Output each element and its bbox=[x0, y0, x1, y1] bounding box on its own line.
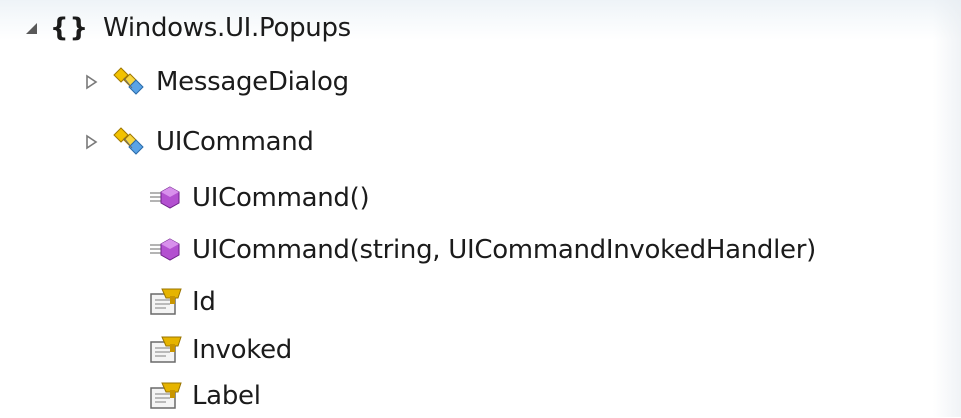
constructor-method-icon bbox=[148, 182, 184, 214]
property-icon bbox=[148, 334, 184, 366]
namespace-label: Windows.UI.Popups bbox=[103, 13, 351, 43]
tree-node-member-constructor-overload[interactable]: UICommand(string, UICommandInvokedHandle… bbox=[148, 228, 816, 272]
tree-node-class-messagedialog[interactable]: MessageDialog bbox=[80, 60, 349, 104]
member-label: Label bbox=[192, 381, 261, 411]
tree-node-namespace[interactable]: {} Windows.UI.Popups bbox=[18, 6, 351, 50]
object-browser-tree: {} Windows.UI.Popups MessageDialog UICom… bbox=[0, 0, 961, 417]
expand-arrow-icon[interactable] bbox=[80, 69, 106, 95]
class-icon bbox=[112, 66, 148, 98]
property-icon bbox=[148, 286, 184, 318]
namespace-braces-icon: {} bbox=[50, 13, 90, 43]
tree-node-class-uicommand[interactable]: UICommand bbox=[80, 120, 314, 164]
expand-arrow-icon[interactable] bbox=[80, 129, 106, 155]
tree-node-member-constructor[interactable]: UICommand() bbox=[148, 176, 370, 220]
member-label: Id bbox=[192, 287, 216, 317]
tree-node-member-property-label[interactable]: Label bbox=[148, 374, 261, 418]
property-icon bbox=[148, 380, 184, 412]
collapse-arrow-icon[interactable] bbox=[18, 15, 44, 41]
member-label: Invoked bbox=[192, 335, 292, 365]
tree-node-member-property-id[interactable]: Id bbox=[148, 280, 216, 324]
constructor-method-icon bbox=[148, 234, 184, 266]
class-label-messagedialog: MessageDialog bbox=[156, 67, 349, 97]
class-label-uicommand: UICommand bbox=[156, 127, 314, 157]
tree-node-member-property-invoked[interactable]: Invoked bbox=[148, 328, 292, 372]
member-label: UICommand(string, UICommandInvokedHandle… bbox=[192, 235, 816, 265]
member-label: UICommand() bbox=[192, 183, 370, 213]
class-icon bbox=[112, 126, 148, 158]
